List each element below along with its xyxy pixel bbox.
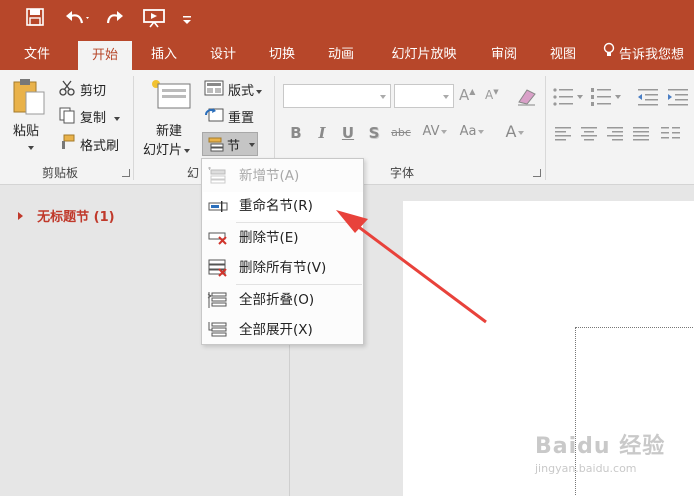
annotation-arrow — [336, 210, 487, 324]
watermark-url: jingyan.baidu.com — [535, 462, 637, 475]
watermark: Baidu 经验 jingyan.baidu.com — [535, 428, 685, 490]
watermark-logo: Baidu 经验 — [535, 434, 666, 459]
